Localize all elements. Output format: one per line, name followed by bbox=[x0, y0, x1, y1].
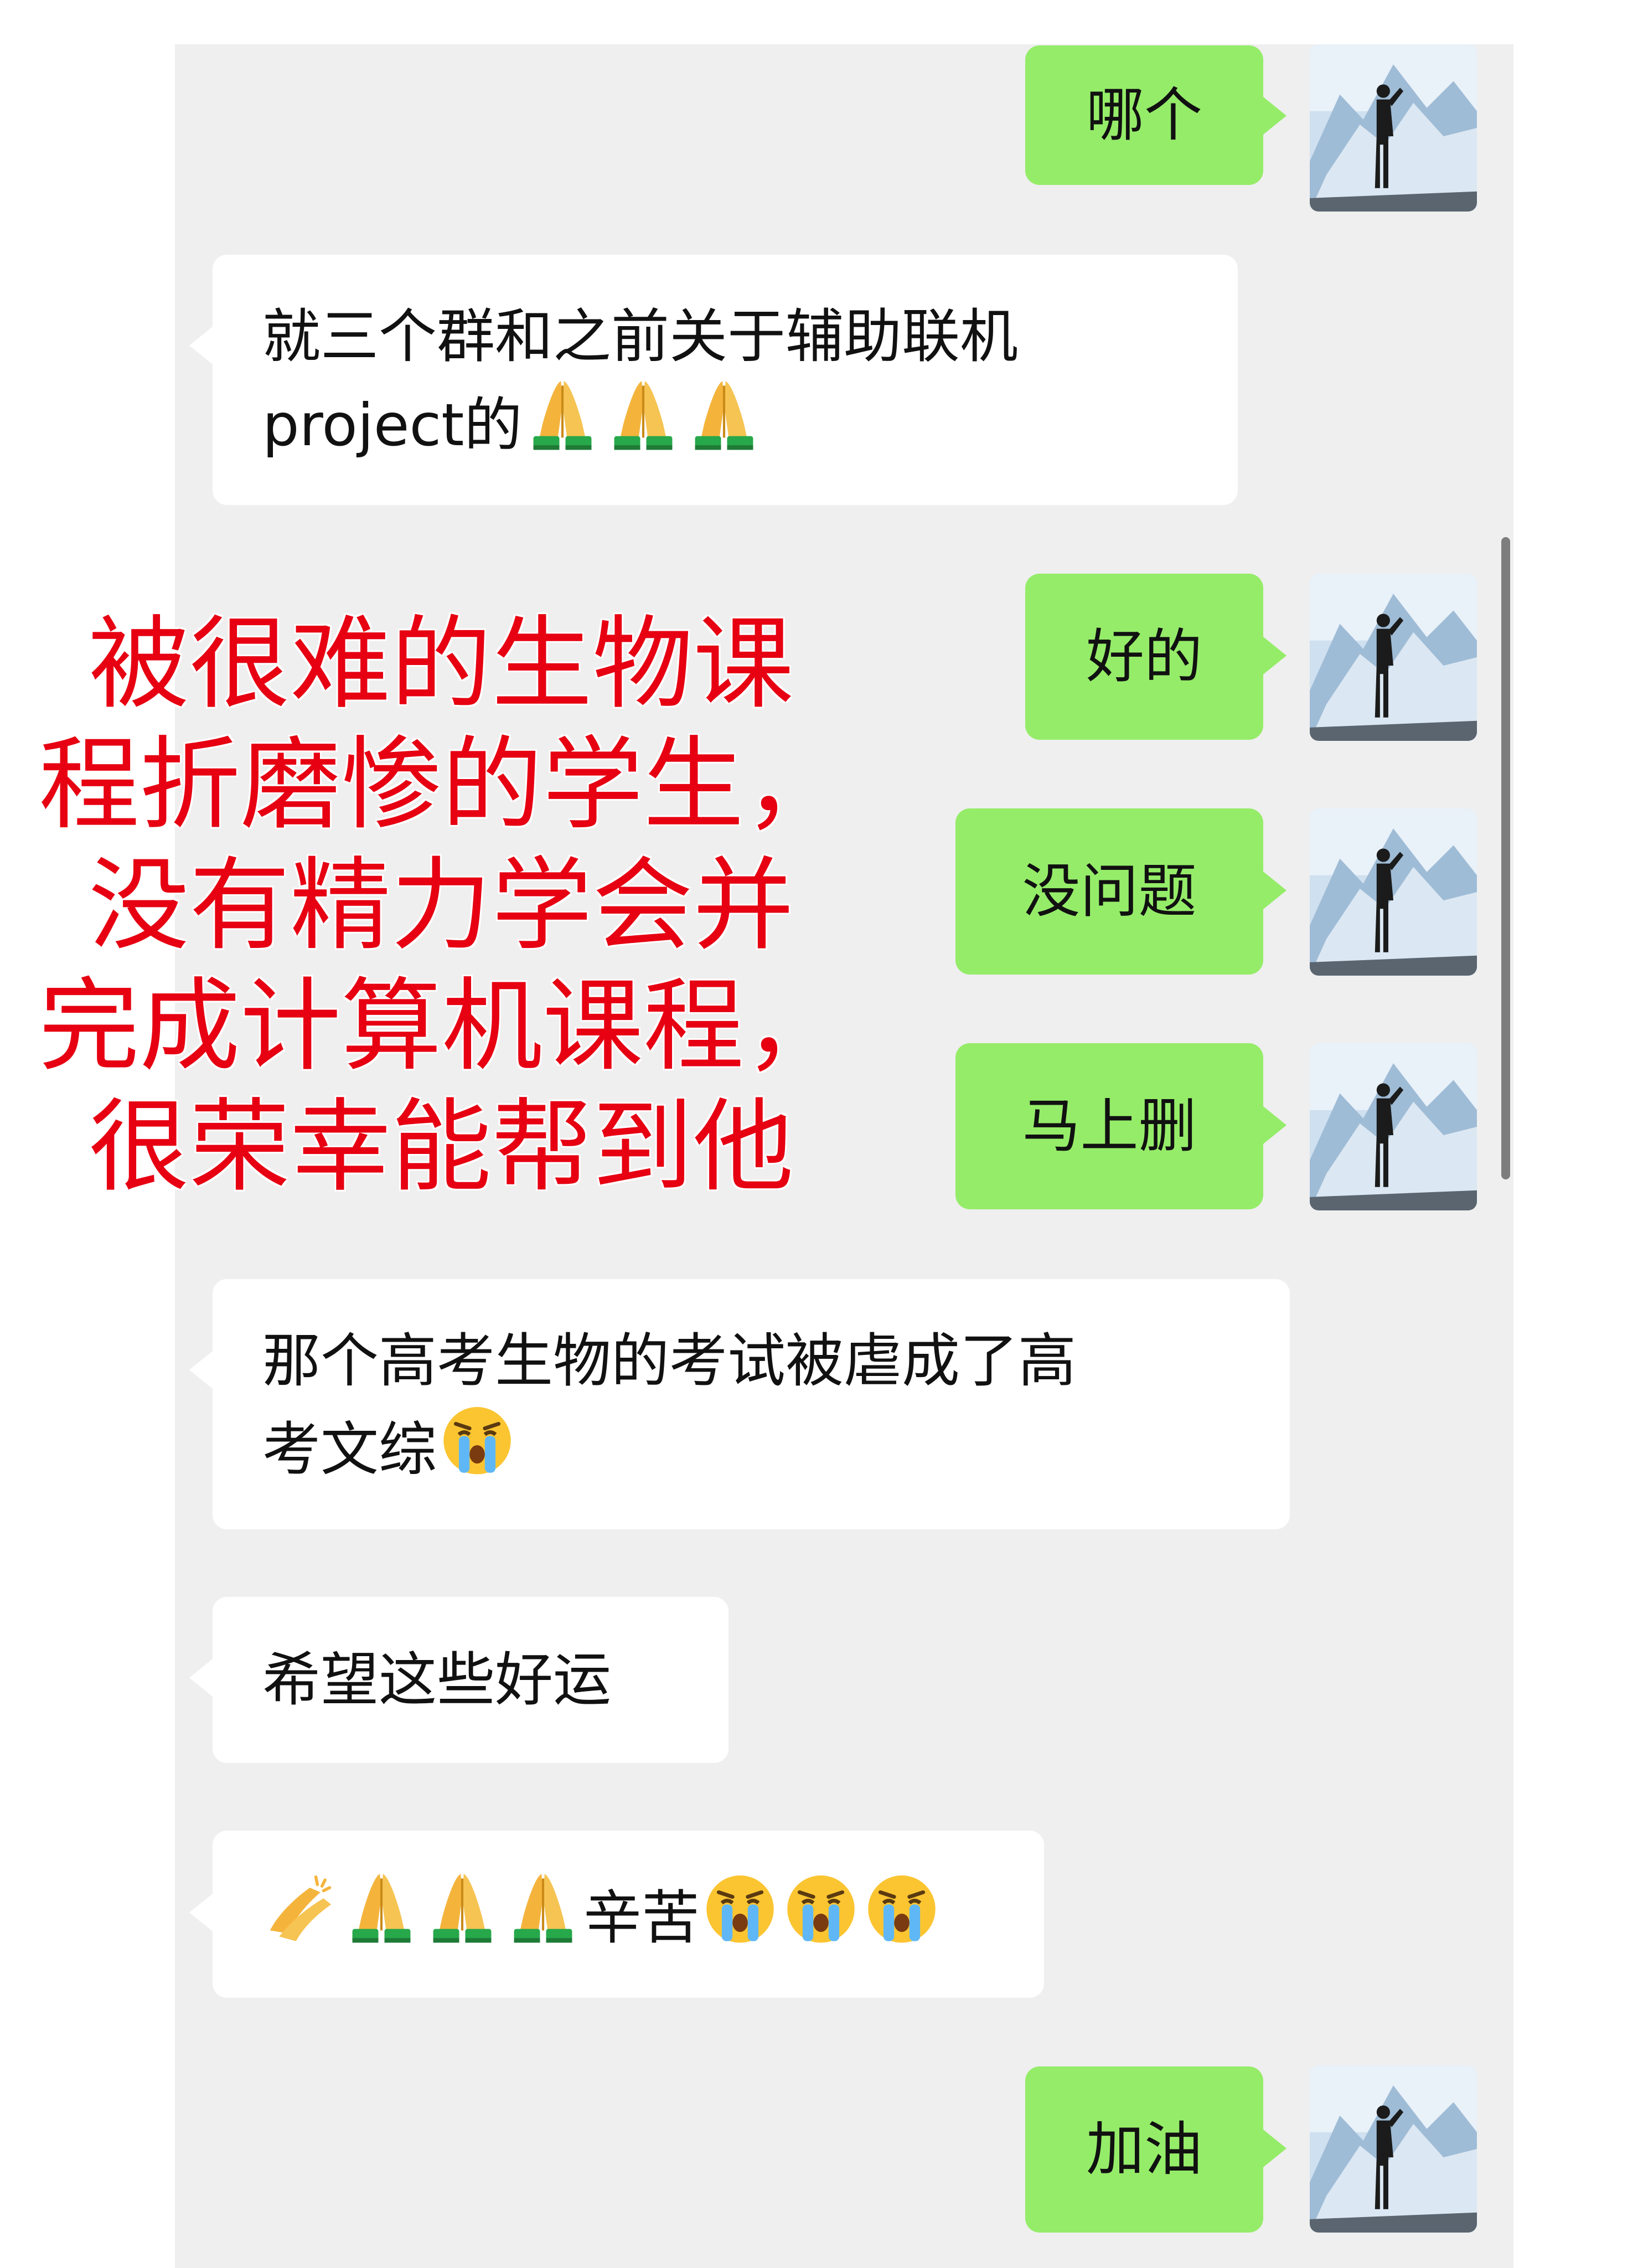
bubble-tail bbox=[189, 327, 213, 364]
bubble-tail bbox=[189, 1351, 213, 1389]
mountain-hiker-avatar-icon bbox=[1310, 44, 1477, 212]
clapping-hands-icon bbox=[262, 1869, 339, 1946]
caption-line: 没有精力学会并 bbox=[89, 847, 794, 964]
message-bubble[interactable]: 哪个 bbox=[1025, 45, 1263, 185]
chat-scrollbar[interactable] bbox=[1501, 537, 1510, 1179]
message-line-with-emoji: project的 bbox=[262, 377, 1238, 465]
message-text: 好的 bbox=[1086, 623, 1202, 690]
mountain-hiker-avatar-icon bbox=[1310, 1043, 1477, 1210]
message-line: 希望这些好运 bbox=[262, 1646, 612, 1714]
user-avatar[interactable] bbox=[1310, 574, 1477, 741]
bubble-tail bbox=[1263, 1106, 1286, 1144]
bubble-tail bbox=[1263, 97, 1286, 135]
message-text: 哪个 bbox=[1086, 81, 1202, 149]
message-text: 马上删 bbox=[1022, 1092, 1197, 1160]
folded-hands-icon bbox=[686, 377, 762, 453]
bubble-tail bbox=[189, 1894, 213, 1931]
user-avatar[interactable] bbox=[1310, 2065, 1477, 2233]
caption-line: 被很难的生物课 bbox=[89, 605, 794, 723]
crying-face-icon bbox=[702, 1869, 778, 1946]
folded-hands-icon bbox=[524, 377, 601, 453]
mountain-hiker-avatar-icon bbox=[1310, 574, 1477, 741]
message-bubble[interactable]: 希望这些好运 bbox=[213, 1597, 728, 1763]
message-line: 那个高考生物的考试被虐成了高 bbox=[262, 1327, 1077, 1395]
crying-face-icon bbox=[439, 1401, 515, 1477]
overlay-caption: 被很难的生物课 程折磨惨的学生， 没有精力学会并 完成计算机课程， 很荣幸能帮到… bbox=[39, 604, 845, 1207]
message-line: 就三个群和之前关于辅助联机 bbox=[262, 303, 1019, 370]
message-bubble[interactable]: 加油 bbox=[1025, 2066, 1263, 2233]
crying-face-icon bbox=[783, 1869, 859, 1946]
message-bubble[interactable]: 辛苦 bbox=[213, 1831, 1044, 1998]
user-avatar[interactable] bbox=[1310, 808, 1477, 976]
message-line-with-emoji: 辛苦 bbox=[260, 1869, 1044, 1958]
caption-line: 程折磨惨的学生， bbox=[39, 726, 845, 843]
message-bubble[interactable]: 马上删 bbox=[955, 1043, 1263, 1209]
message-text: 没问题 bbox=[1022, 858, 1197, 925]
message-bubble[interactable]: 那个高考生物的考试被虐成了高 考文综 bbox=[213, 1279, 1290, 1529]
message-bubble[interactable]: 好的 bbox=[1025, 574, 1263, 740]
folded-hands-icon bbox=[424, 1869, 500, 1946]
bubble-tail bbox=[1263, 872, 1286, 909]
user-avatar[interactable] bbox=[1310, 1043, 1477, 1210]
caption-line: 很荣幸能帮到他 bbox=[89, 1088, 794, 1205]
bubble-tail bbox=[1263, 637, 1286, 674]
bubble-tail bbox=[189, 1659, 213, 1697]
mountain-hiker-avatar-icon bbox=[1310, 2065, 1477, 2233]
folded-hands-icon bbox=[343, 1869, 420, 1946]
folded-hands-icon bbox=[505, 1869, 581, 1946]
message-line: project的 bbox=[262, 391, 523, 459]
bubble-tail bbox=[1263, 2130, 1286, 2167]
caption-line: 完成计算机课程， bbox=[39, 967, 845, 1085]
message-bubble[interactable]: 就三个群和之前关于辅助联机 project的 bbox=[213, 255, 1238, 505]
message-bubble[interactable]: 没问题 bbox=[955, 808, 1263, 975]
crying-face-icon bbox=[864, 1869, 940, 1946]
message-line: 辛苦 bbox=[583, 1884, 700, 1952]
message-line-with-emoji: 考文综 bbox=[262, 1401, 1290, 1489]
folded-hands-icon bbox=[605, 377, 681, 453]
user-avatar[interactable] bbox=[1310, 44, 1477, 212]
mountain-hiker-avatar-icon bbox=[1310, 808, 1477, 976]
message-line: 考文综 bbox=[262, 1416, 437, 1483]
message-text: 加油 bbox=[1086, 2116, 1202, 2183]
